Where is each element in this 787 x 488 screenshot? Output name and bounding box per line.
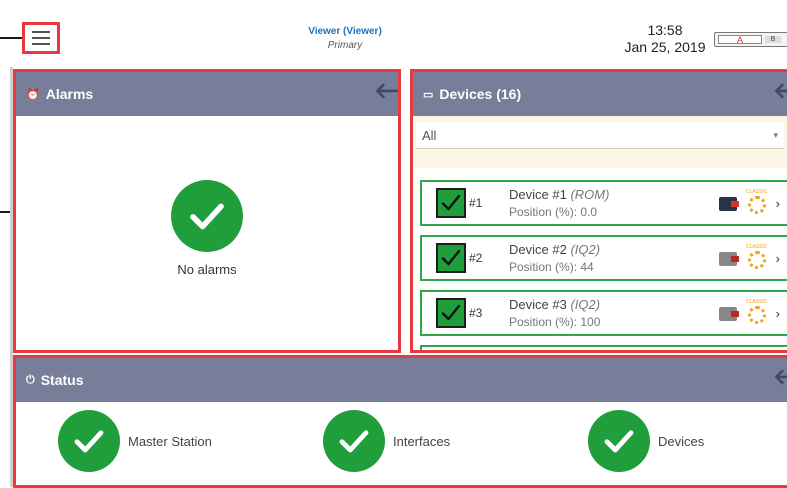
alarms-panel: ⏰ Alarms 🡐 No alarms <box>13 69 401 353</box>
classic-badge-icon: CLASSIC <box>745 189 769 215</box>
device-position: Position (%): 100 <box>509 315 601 329</box>
chevron-right-icon: › <box>775 250 780 266</box>
back-arrow-icon[interactable]: 🡐 <box>773 364 787 390</box>
device-row-1[interactable]: #1 Device #1 (ROM) Position (%): 0.0 CLA… <box>420 180 787 226</box>
device-model: (IQ2) <box>570 297 601 312</box>
device-row-3[interactable]: #3 Device #3 (IQ2) Position (%): 100 CLA… <box>420 290 787 336</box>
no-alarms-state: No alarms <box>16 180 398 277</box>
status-item-interfaces[interactable]: Interfaces <box>323 410 450 472</box>
clock-date: Jan 25, 2019 <box>624 39 706 55</box>
checkmark-icon <box>58 410 120 472</box>
chevron-down-icon: ▾ <box>773 129 778 140</box>
alarms-panel-header: ⏰ Alarms 🡐 <box>16 72 398 116</box>
devices-panel: ▭ Devices (16) 🡐 All ▾ #1 Device #1 (ROM… <box>410 69 787 353</box>
device-icons: CLASSIC › <box>717 299 780 325</box>
device-number: #2 <box>469 251 483 265</box>
chevron-right-icon: › <box>775 195 780 211</box>
classic-badge-icon: CLASSIC <box>745 244 769 270</box>
hamburger-icon-line <box>32 43 50 45</box>
device-number: #3 <box>469 306 483 320</box>
checkmark-icon <box>171 180 243 252</box>
user-info: Viewer (Viewer) Primary <box>290 26 400 51</box>
devices-panel-header: ▭ Devices (16) 🡐 <box>413 72 787 116</box>
status-item-devices[interactable]: Devices <box>588 410 704 472</box>
device-icons: CLASSIC › <box>717 244 780 270</box>
hamburger-icon-line <box>32 37 50 39</box>
device-position: Position (%): 0.0 <box>509 205 598 219</box>
status-label: Interfaces <box>393 433 451 449</box>
actuator-icon <box>717 303 743 323</box>
device-number: #1 <box>469 196 483 210</box>
device-model: (ROM) <box>570 187 610 202</box>
actuator-icon <box>717 193 743 213</box>
status-title: Status <box>40 372 84 388</box>
back-arrow-icon[interactable]: 🡐 <box>773 78 787 104</box>
toggle-option-a[interactable]: A <box>718 35 762 45</box>
user-role: Primary <box>327 40 363 51</box>
actuator-icon <box>717 248 743 268</box>
toggle-option-b[interactable]: B <box>765 36 781 43</box>
back-arrow-icon[interactable]: 🡐 <box>374 78 398 104</box>
device-row-2[interactable]: #2 Device #2 (IQ2) Position (%): 44 CLAS… <box>420 235 787 281</box>
checkmark-icon <box>323 410 385 472</box>
power-icon: ⏻ <box>26 373 35 386</box>
alarms-title: Alarms <box>45 86 94 102</box>
chevron-right-icon: › <box>775 305 780 321</box>
device-filter-area: All ▾ <box>413 116 787 168</box>
devices-title: Devices (16) <box>439 86 522 102</box>
device-icons: CLASSIC › <box>717 189 780 215</box>
status-label: Master Station <box>128 433 212 449</box>
status-panel: ⏻ Status 🡐 Master Station Interfaces Dev… <box>13 355 787 488</box>
device-position: Position (%): 44 <box>509 260 594 274</box>
device-name-text: Device #2 <box>509 242 567 257</box>
user-name-link[interactable]: Viewer (Viewer) <box>290 26 400 37</box>
device-info: Device #2 (IQ2) Position (%): 44 <box>509 242 717 274</box>
station-ab-toggle[interactable]: A B <box>714 32 787 47</box>
device-name: Device #1 (ROM) <box>509 187 717 202</box>
alarm-clock-icon: ⏰ <box>26 88 40 101</box>
device-name: Device #2 (IQ2) <box>509 242 717 257</box>
checkbox-checked-icon <box>436 243 466 273</box>
device-icon: ▭ <box>423 88 434 101</box>
hamburger-icon-line <box>32 31 50 33</box>
device-filter-value: All <box>422 127 437 143</box>
status-panel-header: ⏻ Status 🡐 <box>16 358 787 402</box>
classic-badge-icon: CLASSIC <box>745 299 769 325</box>
checkmark-icon <box>588 410 650 472</box>
clock: 13:58 Jan 25, 2019 <box>615 22 715 56</box>
device-info: Device #1 (ROM) Position (%): 0.0 <box>509 187 717 219</box>
no-alarms-text: No alarms <box>177 262 237 277</box>
callout-line-menu <box>0 37 22 39</box>
checkbox-checked-icon <box>436 298 466 328</box>
device-name: Device #3 (IQ2) <box>509 297 717 312</box>
menu-button[interactable] <box>22 22 60 54</box>
clock-time: 13:58 <box>647 22 683 38</box>
device-filter-select[interactable]: All ▾ <box>416 122 784 149</box>
device-row-partial[interactable] <box>420 345 787 350</box>
device-model: (IQ2) <box>570 242 601 257</box>
status-item-master-station[interactable]: Master Station <box>58 410 212 472</box>
checkbox-checked-icon <box>436 188 466 218</box>
device-info: Device #3 (IQ2) Position (%): 100 <box>509 297 717 329</box>
device-name-text: Device #3 <box>509 297 567 312</box>
status-label: Devices <box>658 433 705 449</box>
device-name-text: Device #1 <box>509 187 567 202</box>
